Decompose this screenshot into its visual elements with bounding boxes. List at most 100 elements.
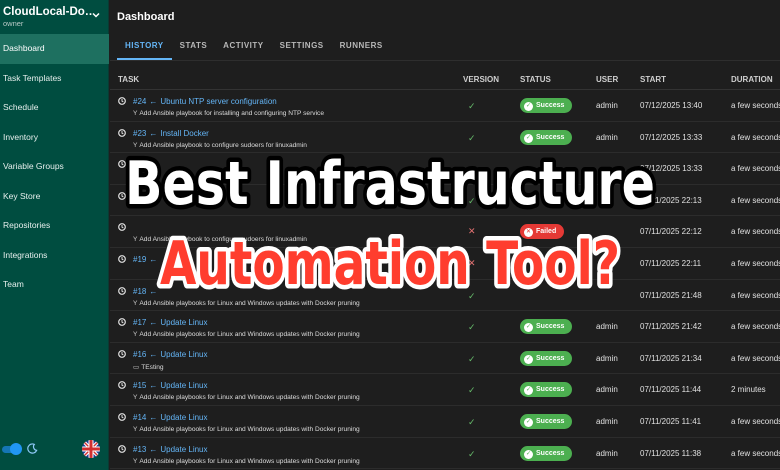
git-branch-icon: Y — [133, 394, 138, 402]
sidebar-item-dashboard[interactable]: Dashboard — [0, 34, 109, 64]
table-row[interactable]: #19 ← ✕ 07/11/2025 22:11 a few seconds — [110, 248, 780, 280]
task-id-link[interactable]: #23 — [133, 129, 146, 138]
task-title: #24 ← Ubuntu NTP server configuration — [133, 97, 277, 106]
task-template-link[interactable]: Update Linux — [160, 350, 207, 359]
task-id-link[interactable]: #15 — [133, 381, 146, 390]
sidebar-item-variable-groups[interactable]: Variable Groups — [0, 152, 109, 182]
task-template-link[interactable]: Update Linux — [160, 381, 207, 390]
table-row[interactable]: ✓ 07/12/2025 13:33 a few seconds — [110, 153, 780, 185]
task-id-link[interactable]: #17 — [133, 318, 146, 327]
task-title: #16 ← Update Linux — [133, 350, 208, 359]
task-type-icon — [118, 286, 126, 295]
check-icon: ✓ — [468, 417, 476, 427]
sidebar-item-integrations[interactable]: Integrations — [0, 241, 109, 271]
start-cell: 07/11/2025 21:42 — [640, 322, 702, 332]
arrow-left-icon: ← — [149, 381, 158, 391]
task-template-link[interactable]: Update Linux — [160, 413, 207, 422]
commit-text: Add Ansible playbook for installing and … — [139, 110, 325, 117]
table-row[interactable]: #18 ← Y Add Ansible playbooks for Linux and… — [110, 280, 780, 312]
task-type-icon — [118, 255, 126, 263]
task-id-link[interactable]: #19 — [133, 255, 146, 264]
main-content: Dashboard HISTORY STATS ACTIVITY SETTINGS RU… — [110, 0, 780, 470]
language-flag-icon[interactable] — [82, 440, 100, 458]
start-cell: 07/11/2025 11:44 — [640, 385, 702, 395]
table-row[interactable]: #14 ← Update Linux Y Add Ansible playbooks f… — [110, 406, 780, 438]
check-icon: ✓ — [468, 353, 476, 364]
task-id-link[interactable]: #16 — [133, 350, 146, 359]
task-template-link[interactable]: Ubuntu NTP server configuration — [160, 97, 276, 106]
tab-stats[interactable]: STATS — [172, 36, 216, 60]
task-id-link[interactable]: #13 — [133, 445, 146, 454]
status-icon: ✓ — [524, 449, 533, 459]
task-type-icon — [118, 318, 126, 327]
start-cell: 07/12/2025 13:33 — [640, 164, 703, 174]
start-cell: 07/11/2025 22:11 — [640, 259, 702, 268]
tab-history[interactable]: HISTORY — [117, 36, 172, 60]
commit-text: Add Ansible playbooks for Linux and Wind… — [139, 331, 360, 339]
check-icon: ✓ — [468, 132, 476, 143]
table-row[interactable]: #17 ← Update Linux Y Add Ansible playbooks f… — [110, 311, 780, 343]
column-header-task[interactable]: TASK — [118, 75, 139, 84]
project-selector[interactable]: CloudLocal-Do… owner — [0, 0, 109, 34]
status-badge: ✓ Success — [520, 414, 573, 429]
tab-settings[interactable]: SETTINGS — [272, 36, 332, 60]
check-icon: ✓ — [468, 101, 476, 111]
start-cell: 07/11/2025 21:48 — [640, 290, 702, 300]
status-text: Success — [536, 133, 565, 141]
comment-icon: ▭ — [133, 363, 140, 371]
sidebar-item-task-templates[interactable]: Task Templates — [0, 64, 109, 94]
duration-cell: a few seconds — [731, 132, 780, 142]
table-row[interactable]: Y Add Ansible playbook to configure sudoe… — [110, 216, 780, 248]
duration-cell: a few seconds — [731, 101, 780, 110]
commit-message: Y Add Ansible playbooks for Linux and Win… — [133, 426, 360, 433]
table-row[interactable]: #24 ← Ubuntu NTP server configuration Y Add … — [110, 90, 780, 122]
duration-cell: a few seconds — [731, 259, 780, 268]
task-template-link[interactable]: Update Linux — [160, 445, 207, 454]
table-row[interactable]: #16 ← Update Linux ▭ TEsting ✓ ✓ Success admin 07… — [110, 343, 780, 375]
table-row[interactable]: ✓ 07/11/2025 22:13 a few seconds — [110, 185, 780, 217]
table-row[interactable]: #15 ← Update Linux Y Add Ansible playbooks f… — [110, 374, 780, 406]
task-title: #17 ← Update Linux — [133, 318, 208, 327]
commit-text: Add Ansible playbooks for Linux and Wind… — [139, 299, 360, 307]
task-id-link[interactable]: #24 — [133, 97, 146, 106]
commit-text: Add Ansible playbooks for Linux and Wind… — [139, 457, 360, 465]
duration-cell: a few seconds — [731, 417, 780, 426]
task-template-link[interactable]: Install Docker — [160, 129, 208, 138]
project-role: owner — [3, 19, 24, 28]
column-header-user[interactable]: USER — [596, 75, 618, 84]
status-text: Failed — [536, 228, 557, 236]
sidebar-item-schedule[interactable]: Schedule — [0, 93, 109, 123]
task-id-link[interactable]: #18 — [133, 287, 146, 296]
dark-mode-toggle[interactable] — [2, 443, 22, 455]
chevron-down-icon[interactable] — [91, 10, 101, 20]
git-branch-icon: Y — [133, 141, 138, 149]
task-type-icon — [118, 128, 126, 137]
sidebar-item-key-store[interactable]: Key Store — [0, 182, 109, 212]
sidebar-item-team[interactable]: Team — [0, 270, 109, 300]
task-type-icon — [118, 223, 126, 232]
duration-cell: a few seconds — [731, 195, 780, 205]
task-type-icon — [118, 381, 126, 390]
commit-message: Y Add Ansible playbooks for Linux and Win… — [133, 458, 360, 465]
status-icon: ✓ — [524, 323, 533, 333]
column-header-duration[interactable]: DURATION — [731, 75, 773, 84]
task-id-link[interactable]: #14 — [133, 413, 146, 422]
task-template-link[interactable]: Update Linux — [160, 318, 207, 327]
table-row[interactable]: #23 ← Install Docker Y Add Ansible playbook … — [110, 122, 780, 154]
arrow-left-icon: ← — [149, 97, 158, 106]
tab-activity[interactable]: ACTIVITY — [215, 36, 271, 60]
commit-message: Y Add Ansible playbook for installing and… — [133, 110, 324, 117]
sidebar-item-repositories[interactable]: Repositories — [0, 211, 109, 241]
check-icon: ✓ — [468, 385, 476, 396]
sidebar-item-inventory[interactable]: Inventory — [0, 123, 109, 153]
column-header-version[interactable]: VERSION — [463, 75, 499, 84]
page-title: Dashboard — [117, 11, 175, 23]
column-header-start[interactable]: START — [640, 75, 666, 84]
check-icon: ✓ — [468, 164, 476, 175]
column-header-status[interactable]: STATUS — [520, 75, 551, 84]
commit-text: Add Ansible playbook to configure sudoer… — [139, 141, 307, 149]
table-row[interactable]: #13 ← Update Linux Y Add Ansible playbooks f… — [110, 438, 780, 470]
tab-runners[interactable]: RUNNERS — [332, 36, 391, 60]
duration-cell: a few seconds — [731, 322, 780, 332]
start-cell: 07/11/2025 21:34 — [640, 353, 702, 363]
